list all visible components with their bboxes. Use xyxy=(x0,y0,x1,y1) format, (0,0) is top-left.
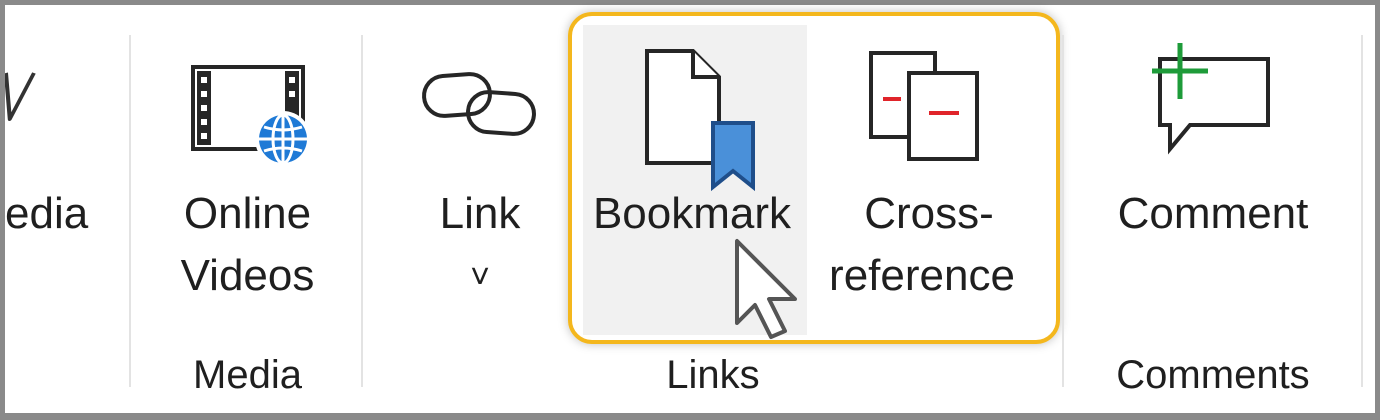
online-videos-label-line1: Online xyxy=(183,189,312,238)
mouse-cursor-icon xyxy=(731,237,811,352)
group-separator xyxy=(361,35,363,387)
media-group-label: Media xyxy=(193,353,302,397)
chevron-down-icon[interactable]: ˅ xyxy=(465,257,495,297)
link-icon xyxy=(420,57,540,152)
comments-group-label: Comments xyxy=(1116,353,1310,397)
group-separator xyxy=(129,35,131,387)
group-separator xyxy=(1361,35,1363,387)
group-separator xyxy=(1062,35,1064,387)
link-label: Link xyxy=(439,189,521,238)
partial-media-label[interactable]: edia xyxy=(5,183,88,245)
new-comment-icon xyxy=(1146,39,1286,174)
ribbon-panel: edia Online Videos Media Link ˅ Bookmark… xyxy=(0,0,1380,420)
links-group-label: Links xyxy=(666,353,760,397)
online-videos-label-line2: Videos xyxy=(180,251,315,300)
comment-label: Comment xyxy=(1117,189,1309,238)
partial-media-icon xyxy=(3,67,45,132)
online-video-icon xyxy=(187,61,317,176)
links-highlight-frame xyxy=(568,12,1060,344)
new-comment-button[interactable] xyxy=(1090,25,1340,325)
